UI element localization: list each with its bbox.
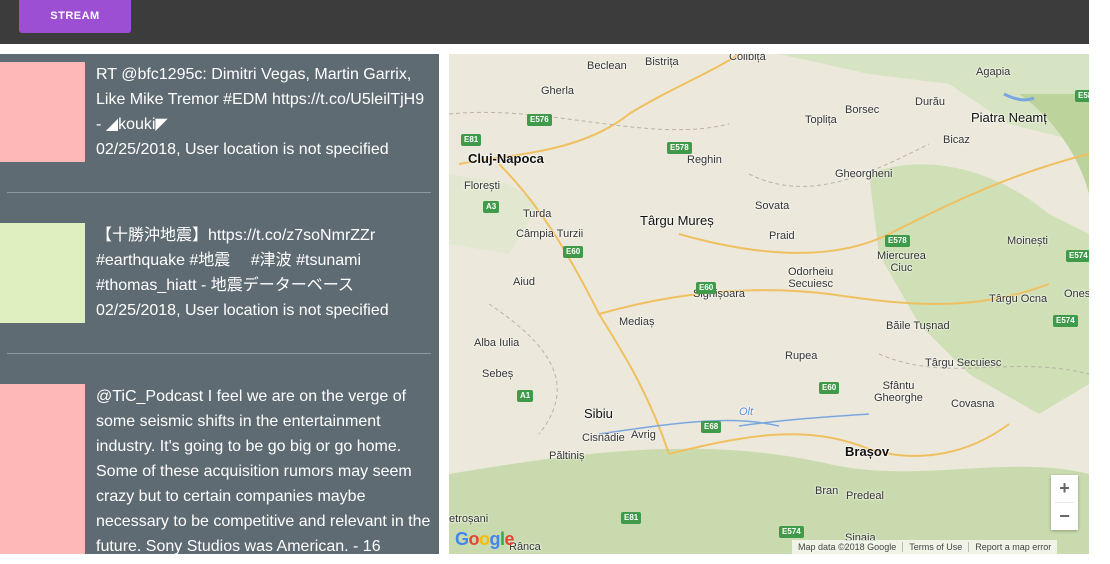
road-shield: E60 [696, 282, 717, 294]
road-shield: E81 [621, 512, 642, 524]
city-label: Cisnădie [582, 432, 625, 444]
tweet-meta: 02/25/2018, User location is not specifi… [96, 141, 389, 158]
river-label: Olt [739, 406, 754, 418]
city-label: Sovata [755, 200, 790, 212]
tweet-color-swatch [0, 384, 85, 554]
road-shield: E81 [461, 134, 482, 146]
city-label: Târgu Mureș [640, 213, 714, 228]
road-shield: E60 [563, 246, 584, 258]
city-label: Sebeș [482, 368, 514, 380]
city-label: Agapia [976, 66, 1011, 78]
tweet-item: RT @bfc1295c: Dimitri Vegas, Martin Garr… [0, 54, 439, 162]
road-shield: A3 [483, 201, 500, 213]
report-error-link[interactable]: Report a map error [968, 542, 1057, 552]
city-label: Borsec [845, 104, 880, 116]
google-logo: Google [455, 529, 515, 549]
zoom-out-button[interactable]: − [1051, 503, 1078, 530]
zoom-in-button[interactable]: + [1051, 475, 1078, 502]
tweet-meta: 02/25/2018, User location is not specifi… [96, 302, 389, 319]
road-shield: E574 [1066, 250, 1089, 262]
city-label: Mediaș [619, 316, 655, 328]
map-data-credit: Map data ©2018 Google [798, 542, 897, 552]
stream-button[interactable]: STREAM [19, 0, 131, 33]
tweet-text: RT @bfc1295c: Dimitri Vegas, Martin Garr… [96, 66, 425, 133]
city-label: Păltiniș [549, 450, 585, 462]
city-label: Gheorgheni [835, 168, 893, 180]
map-attribution: Map data ©2018 Google Terms of Use Repor… [792, 540, 1058, 554]
city-label: Sibiu [584, 406, 613, 421]
road-shield: E576 [527, 114, 552, 126]
zoom-control: + − [1051, 475, 1078, 530]
city-label: Sfântu Gheorghe [874, 380, 923, 404]
city-label: Băile Tușnad [886, 320, 950, 332]
tweet-divider [7, 353, 431, 354]
city-label: Reghin [687, 154, 722, 166]
city-label: Covasna [951, 398, 995, 410]
city-label: Miercurea Ciuc [877, 250, 926, 274]
road-shield: E60 [819, 382, 840, 394]
city-label: Moinești [1007, 235, 1048, 247]
city-label: Predeal [846, 490, 884, 502]
city-label: Florești [464, 180, 501, 192]
city-label: Beclean [587, 60, 627, 72]
city-label: Piatra Neamț [971, 110, 1047, 125]
city-label: Târgu Ocna [989, 293, 1048, 305]
tweet-feed[interactable]: RT @bfc1295c: Dimitri Vegas, Martin Garr… [0, 54, 439, 554]
road-shield: E58 [1075, 90, 1089, 102]
tweet-item: @TiC_Podcast I feel we are on the verge … [0, 376, 439, 554]
city-label: Câmpia Turzii [516, 228, 584, 240]
city-label: Bistrița [645, 56, 679, 68]
city-label: Turda [523, 208, 552, 220]
tweet-divider [7, 192, 431, 193]
city-label: Odorheiu Secuiesc [788, 266, 834, 290]
city-label: Colibița [729, 54, 766, 63]
tweet-text: @TiC_Podcast I feel we are on the verge … [96, 388, 431, 554]
city-label: Târgu Secuiesc [925, 357, 1002, 369]
city-label: Durău [915, 96, 945, 108]
city-label: Toplița [805, 114, 837, 126]
tweet-color-swatch [0, 62, 85, 162]
road-shield: E578 [667, 142, 692, 154]
road-shield: E578 [885, 235, 910, 247]
map-view[interactable]: Beclean Bistrița Colibița Gherla Cluj-Na… [449, 54, 1089, 554]
city-label: Gherla [541, 85, 575, 97]
city-label: Bicaz [943, 134, 970, 146]
road-shield: A1 [517, 390, 534, 402]
city-label: Rupea [785, 350, 818, 362]
city-label: Alba Iulia [474, 337, 520, 349]
terms-link[interactable]: Terms of Use [902, 542, 968, 552]
tweet-text: 【十勝沖地震】https://t.co/z7soNmrZZr #earthqua… [96, 227, 376, 294]
city-label: Bran [815, 485, 839, 497]
road-shield: E574 [1053, 315, 1078, 327]
city-label: Praid [769, 230, 795, 242]
tweet-item: 【十勝沖地震】https://t.co/z7soNmrZZr #earthqua… [0, 215, 439, 323]
tweet-color-swatch [0, 223, 85, 323]
city-label: Aiud [513, 276, 536, 288]
city-label: etroșani [449, 513, 489, 525]
road-shield: E574 [779, 526, 804, 538]
city-label: Ones [1064, 288, 1089, 300]
top-bar: STREAM [0, 0, 1089, 44]
city-label: Cluj-Napoca [468, 151, 544, 166]
road-shield: E68 [701, 421, 722, 433]
city-label: Brașov [845, 444, 890, 459]
city-label: Avrig [631, 429, 656, 441]
